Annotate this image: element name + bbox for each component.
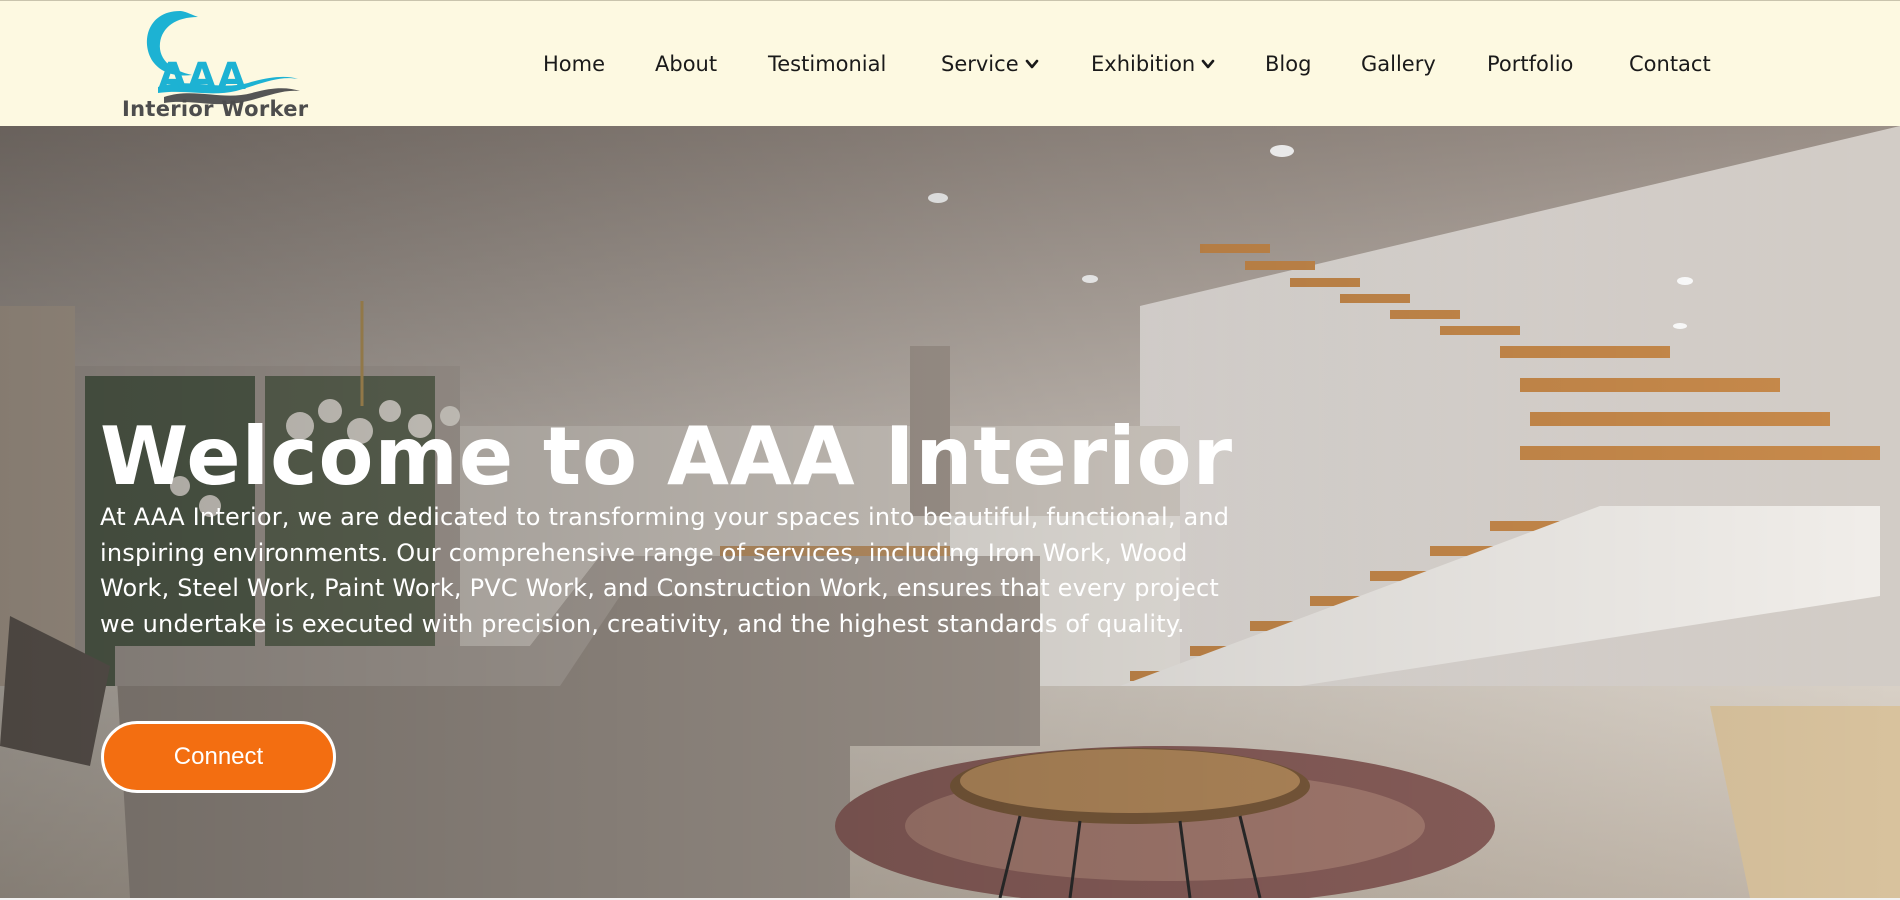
nav-about[interactable]: About (655, 47, 717, 81)
site-header: AAA Interior Worker Home About Testimoni… (0, 0, 1900, 126)
nav-gallery[interactable]: Gallery (1361, 47, 1436, 81)
hero-title: Welcome to AAA Interior (100, 410, 1234, 503)
nav-label: Portfolio (1487, 52, 1574, 76)
connect-button[interactable]: Connect (101, 721, 336, 793)
nav-label: Testimonial (768, 52, 887, 76)
nav-label: Exhibition (1091, 52, 1196, 76)
main-nav: Home About Testimonial Service Exhibitio… (0, 47, 1900, 81)
nav-label: Contact (1629, 52, 1711, 76)
nav-testimonial[interactable]: Testimonial (768, 47, 886, 81)
hero-section: Welcome to AAA Interior At AAA Interior,… (0, 126, 1900, 898)
chevron-down-icon (1025, 59, 1038, 69)
chevron-down-icon (1201, 59, 1215, 69)
nav-service-dropdown[interactable]: Service (941, 47, 1039, 81)
nav-home[interactable]: Home (543, 47, 605, 81)
hero-description: At AAA Interior, we are dedicated to tra… (100, 503, 1230, 638)
nav-blog[interactable]: Blog (1265, 47, 1311, 81)
nav-contact[interactable]: Contact (1629, 47, 1711, 81)
nav-label: Home (543, 52, 606, 76)
nav-label: Gallery (1361, 52, 1436, 76)
nav-label: About (655, 52, 718, 76)
nav-label: Service (941, 52, 1019, 76)
nav-label: Blog (1265, 52, 1312, 76)
logo-tagline: Interior Worker (122, 97, 309, 121)
nav-portfolio[interactable]: Portfolio (1487, 47, 1573, 81)
nav-exhibition-dropdown[interactable]: Exhibition (1091, 47, 1215, 81)
